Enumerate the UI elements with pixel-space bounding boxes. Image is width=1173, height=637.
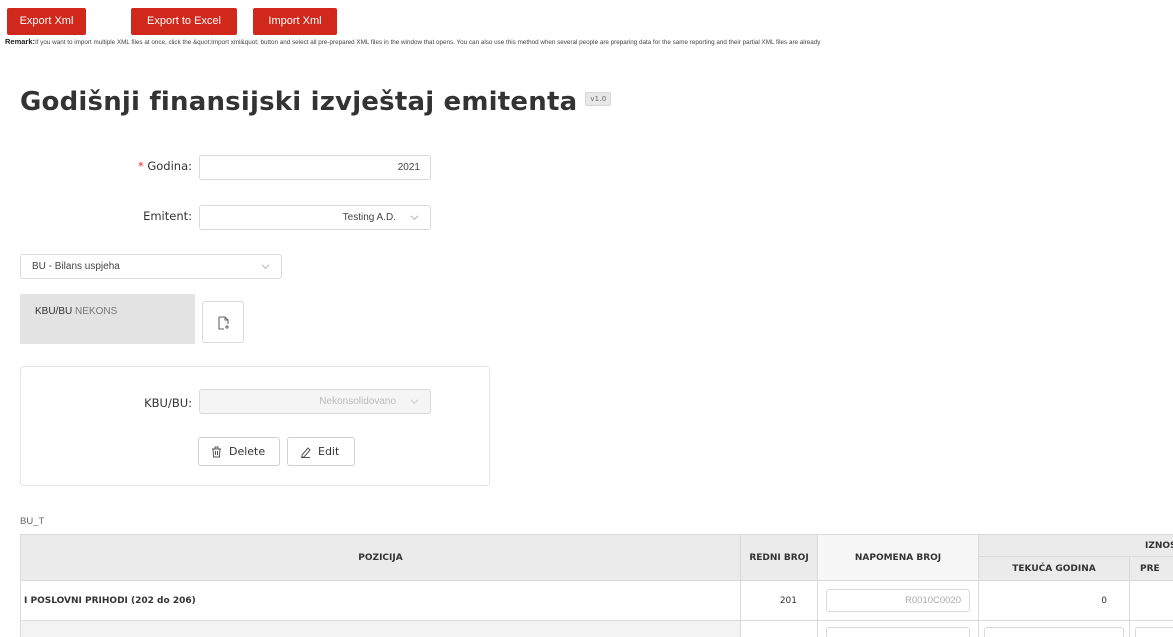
- row-pozicija: I POSLOVNI PRIHODI (202 do 206): [20, 581, 741, 621]
- bu-table: POZICIJA REDNI BROJ NAPOMENA BROJ IZNOS …: [20, 534, 1173, 637]
- chevron-down-icon: [410, 215, 419, 221]
- header-tekuca-godina: TEKUĆA GODINA: [979, 557, 1130, 581]
- page-title-text: Godišnji finansijski izvještaj emitenta: [20, 87, 578, 117]
- report-type-select[interactable]: BU - Bilans uspjeha: [20, 254, 282, 279]
- godina-input[interactable]: 2021: [199, 155, 431, 180]
- report-type-value: BU - Bilans uspjeha: [32, 261, 120, 272]
- row-redni-broj: 201: [741, 581, 818, 621]
- table-row-tekuca: [979, 621, 1130, 637]
- pencil-icon: [301, 447, 311, 458]
- table-row: [20, 621, 741, 637]
- table-row-prethodna: [1130, 621, 1173, 637]
- napomena-input[interactable]: R0010C0020: [826, 589, 970, 612]
- remark-label: Remark:: [5, 37, 36, 46]
- import-xml-button[interactable]: Import Xml: [253, 8, 337, 35]
- row-prethodna-godina: [1130, 581, 1173, 621]
- export-excel-button[interactable]: Export to Excel: [131, 8, 237, 35]
- delete-label: Delete: [229, 445, 266, 458]
- remark-body: If you want to import multiple XML files…: [35, 39, 821, 46]
- table-caption: BU_T: [20, 516, 45, 527]
- delete-button[interactable]: Delete: [198, 437, 280, 466]
- emitent-value: Testing A.D.: [342, 212, 396, 223]
- tekuca-input[interactable]: [984, 627, 1124, 637]
- header-pozicija: POZICIJA: [20, 534, 741, 581]
- export-xml-button[interactable]: Export Xml: [7, 8, 86, 35]
- version-badge: v1.0: [585, 91, 612, 106]
- napomena-input[interactable]: [826, 627, 970, 637]
- emitent-select[interactable]: Testing A.D.: [199, 205, 431, 230]
- page-title: Godišnji finansijski izvještaj emitenta v…: [20, 87, 612, 117]
- prethodna-input[interactable]: [1135, 627, 1173, 637]
- row-napomena-cell: R0010C0020: [818, 581, 979, 621]
- table-row-redni: [741, 621, 818, 637]
- tab-kbu-bu-nekons[interactable]: KBU/BU NEKONS: [20, 294, 195, 344]
- header-redni-broj: REDNI BROJ: [741, 534, 818, 581]
- edit-button[interactable]: Edit: [287, 437, 355, 466]
- add-file-icon: [218, 316, 229, 330]
- header-napomena-broj: NAPOMENA BROJ: [818, 534, 979, 581]
- kbu-panel: [20, 366, 490, 486]
- kbu-select: Nekonsolidovano: [199, 389, 431, 414]
- kbu-label: KBU/BU:: [144, 396, 192, 410]
- row-tekuca-godina: 0: [979, 581, 1130, 621]
- add-document-button[interactable]: [202, 301, 244, 343]
- trash-icon: [212, 446, 221, 458]
- table-row-napomena: [818, 621, 979, 637]
- edit-label: Edit: [318, 445, 340, 458]
- header-prethodna-godina: PRE: [1130, 557, 1173, 581]
- chevron-down-icon: [410, 399, 419, 405]
- tab-label-strong: KBU/BU: [35, 306, 73, 317]
- kbu-value: Nekonsolidovano: [319, 396, 396, 407]
- header-iznos: IZNOS: [979, 534, 1173, 557]
- godina-label-text: Godina:: [147, 159, 192, 173]
- remark-text: Remark:If you want to import multiple XM…: [5, 37, 1173, 46]
- required-marker: *: [137, 159, 148, 173]
- emitent-label: Emitent:: [143, 209, 192, 223]
- godina-label: * Godina:: [100, 159, 192, 173]
- tab-label-rest: NEKONS: [75, 306, 118, 317]
- chevron-down-icon: [261, 264, 270, 270]
